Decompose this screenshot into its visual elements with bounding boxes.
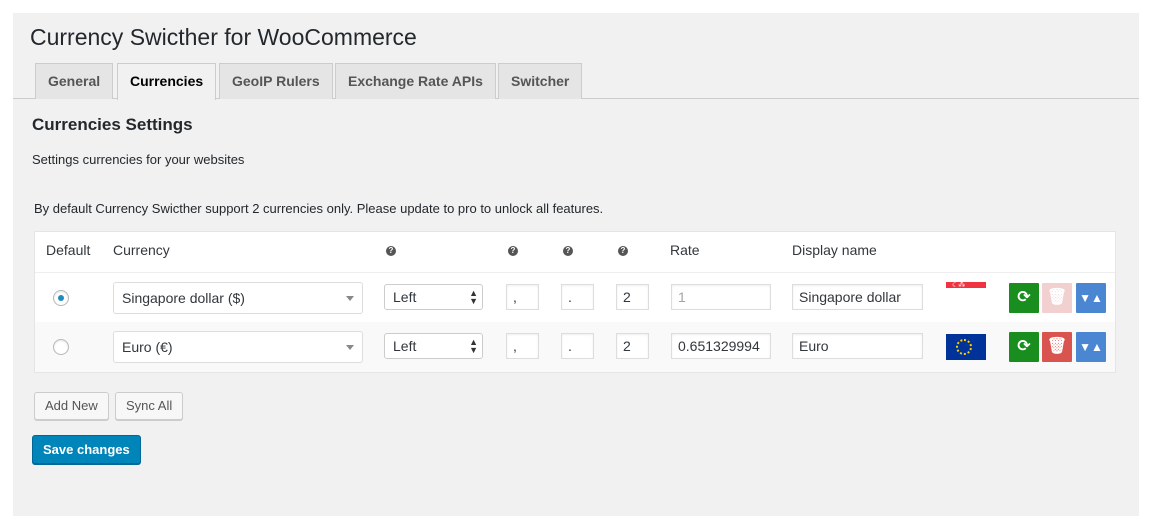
default-radio[interactable] — [53, 290, 69, 306]
currency-select[interactable]: Euro (€) — [113, 331, 363, 363]
table-row: Euro (€) Left ▲ ▼ , . 2 0.651329994 Euro … — [35, 322, 1115, 372]
section-title: Currencies Settings — [32, 115, 193, 134]
tab-geoip-rulers[interactable]: GeoIP Rulers — [219, 63, 333, 99]
tab-switcher[interactable]: Switcher — [498, 63, 583, 99]
up-down-arrows-icon: ▲ ▼ — [469, 288, 478, 306]
chevron-down-icon — [346, 345, 354, 350]
move-button[interactable]: ▼▲ — [1076, 332, 1106, 362]
rate-input[interactable]: 0.651329994 — [671, 333, 771, 359]
header-rate: Rate — [670, 242, 700, 258]
thousand-separator-input[interactable]: , — [506, 284, 539, 310]
tab-general[interactable]: General — [35, 63, 114, 99]
page-title: Currency Swicther for WooCommerce — [30, 24, 417, 50]
move-button[interactable]: ▼▲ — [1076, 283, 1106, 313]
thousand-separator-input[interactable]: , — [506, 333, 539, 359]
rate-input[interactable]: 1 — [671, 284, 771, 310]
display-name-input[interactable]: Singapore dollar — [792, 284, 923, 310]
decimals-help-icon[interactable]: ? — [618, 246, 628, 256]
tab-exchange-rate-apis[interactable]: Exchange Rate APIs — [335, 63, 496, 99]
sync-button[interactable]: ⟳ — [1009, 332, 1039, 362]
display-name-input[interactable]: Euro — [792, 333, 923, 359]
currencies-table: Default Currency ? ? ? ? Rate Display na… — [34, 231, 1116, 373]
add-new-button[interactable]: Add New — [34, 392, 109, 420]
up-down-arrows-icon: ▲ ▼ — [469, 337, 478, 355]
currency-select-value: Singapore dollar ($) — [122, 290, 245, 306]
eu-flag-icon — [946, 334, 986, 360]
chevron-down-icon — [346, 296, 354, 301]
sync-button[interactable]: ⟳ — [1009, 283, 1039, 313]
position-help-icon[interactable]: ? — [386, 246, 396, 256]
tab-currencies[interactable]: Currencies — [117, 63, 217, 100]
decimal-separator-input[interactable]: . — [561, 333, 594, 359]
default-radio[interactable] — [53, 339, 69, 355]
settings-tabs: General Currencies GeoIP Rulers Exchange… — [13, 63, 1139, 100]
table-row: Singapore dollar ($) Left ▲ ▼ , . 2 1 Sin… — [35, 272, 1115, 322]
delete-button[interactable]: 🗑 — [1042, 283, 1072, 313]
position-select[interactable]: Left ▲ ▼ — [384, 284, 483, 310]
decimal-separator-input[interactable]: . — [561, 284, 594, 310]
singapore-flag-icon: ☾⁂ — [946, 282, 986, 294]
position-select-value: Left — [393, 289, 417, 305]
settings-page: Currency Swicther for WooCommerce Genera… — [13, 13, 1139, 516]
delete-button[interactable]: 🗑 — [1042, 332, 1072, 362]
position-select[interactable]: Left ▲ ▼ — [384, 333, 483, 359]
position-select-value: Left — [393, 338, 417, 354]
decimal-separator-help-icon[interactable]: ? — [563, 246, 573, 256]
header-default: Default — [46, 242, 91, 258]
section-description: Settings currencies for your websites — [32, 152, 245, 167]
decimals-input[interactable]: 2 — [616, 333, 649, 359]
pro-notice: By default Currency Swicther support 2 c… — [34, 201, 604, 216]
header-display-name: Display name — [792, 242, 877, 258]
header-currency: Currency — [113, 242, 170, 258]
currency-select[interactable]: Singapore dollar ($) — [113, 282, 363, 314]
thousand-separator-help-icon[interactable]: ? — [508, 246, 518, 256]
sync-all-button[interactable]: Sync All — [115, 392, 184, 420]
save-changes-button[interactable]: Save changes — [32, 435, 141, 464]
decimals-input[interactable]: 2 — [616, 284, 649, 310]
currency-select-value: Euro (€) — [122, 339, 173, 355]
